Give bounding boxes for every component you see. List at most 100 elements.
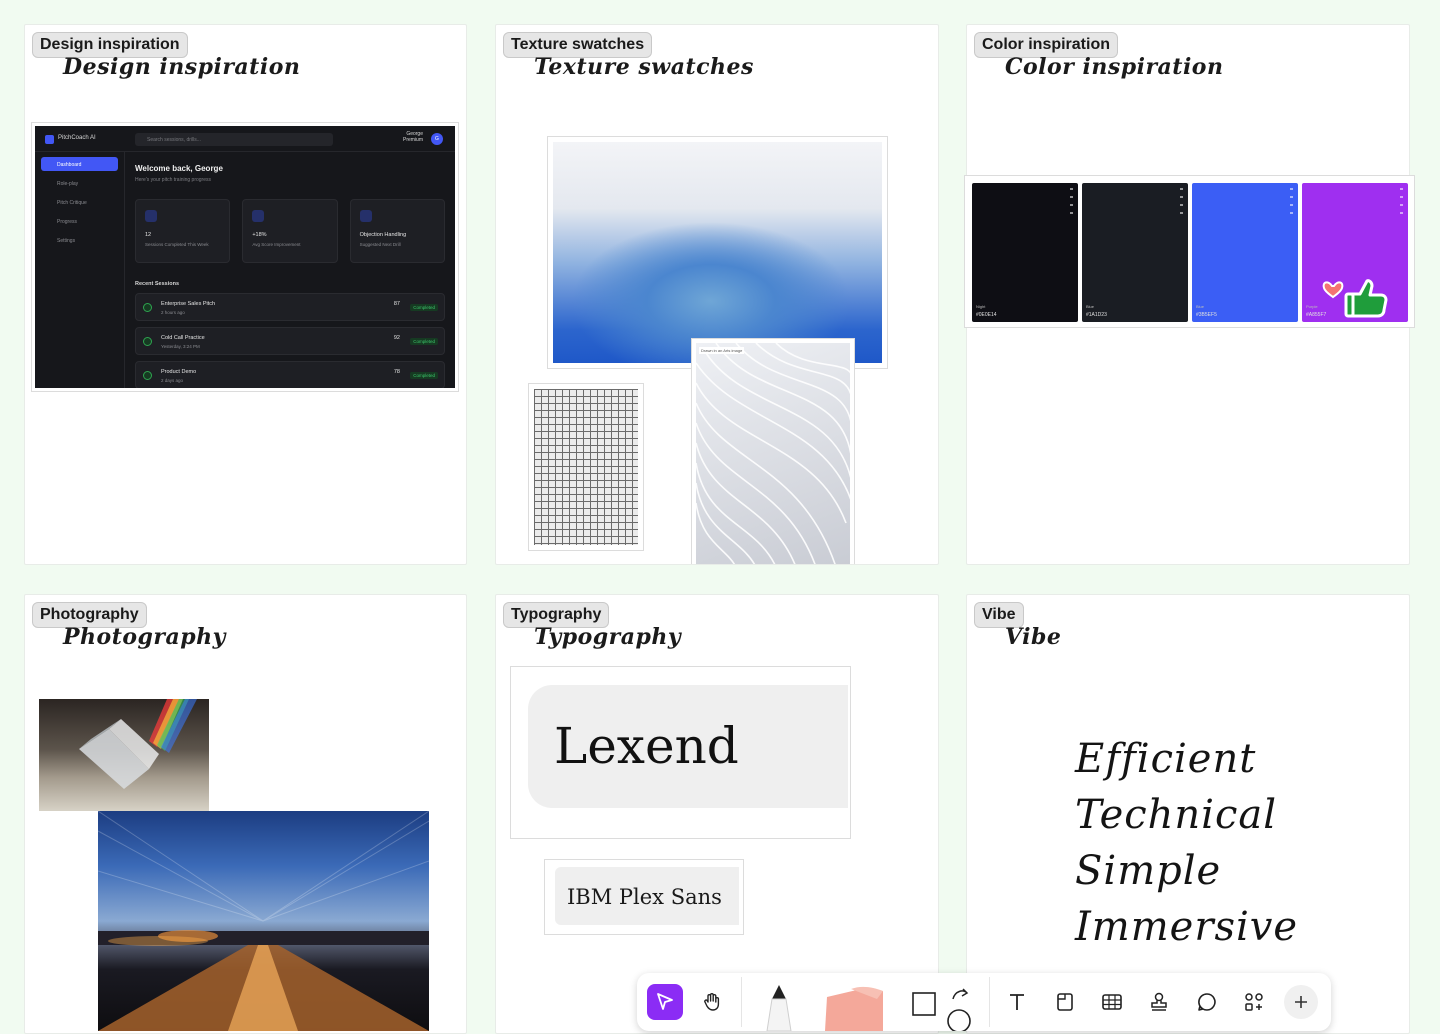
select-tool-button[interactable] [647, 984, 683, 1020]
session-time: Yesterday, 3:24 PM [161, 344, 200, 349]
shapes-tool-button[interactable] [907, 981, 977, 1033]
app-name: PitchCoach AI [58, 135, 96, 141]
section-handwritten-title: Photography [63, 624, 226, 650]
welcome-subtitle: Here's your pitch training progress [135, 177, 211, 183]
secondary-font-card[interactable]: IBM Plex Sans [544, 859, 744, 935]
stat-card: Objection Handling Suggested Next Drill [349, 199, 445, 263]
pen-tool-button[interactable] [761, 983, 797, 1032]
session-badge: Completed [410, 338, 438, 345]
gradient-texture-image[interactable] [547, 136, 888, 369]
text-icon [1010, 994, 1024, 1010]
toolbar-divider [741, 977, 742, 1027]
nav-item-progress: Progress [57, 219, 78, 225]
stat-label: Avg Score Improvement [252, 242, 301, 247]
primary-font-swatch: Lexend [528, 685, 848, 808]
swatch-hex: #0E0E14 [976, 312, 997, 318]
cursor-icon [657, 993, 673, 1010]
secondary-font-name: IBM Plex Sans [567, 885, 722, 909]
section-design-inspiration[interactable]: Design inspiration Design inspiration Pi… [24, 24, 467, 565]
add-tool-button[interactable] [1284, 985, 1318, 1019]
wave-lines [696, 343, 850, 564]
stat-label: Suggested Next Drill [359, 242, 401, 247]
primary-font-card[interactable]: Lexend [510, 666, 851, 839]
mockup-topbar: PitchCoach AI Search sessions, drills...… [35, 126, 455, 152]
sticky-note-tool-button[interactable] [821, 985, 887, 1031]
highway-photo[interactable] [98, 811, 429, 1031]
wave-fill: Drawn in an Arts image [696, 343, 850, 564]
swatch-name: Blue [1196, 304, 1205, 309]
section-typography[interactable]: Typography Typography Lexend IBM Plex Sa… [495, 594, 939, 1034]
frame-tool-button[interactable] [1047, 984, 1083, 1020]
session-score: 78 [393, 369, 400, 375]
color-swatch[interactable]: Blue #3B5EF5 [1192, 183, 1298, 322]
session-time: 2 days ago [161, 378, 184, 383]
section-vibe[interactable]: Vibe Vibe Efficient Technical Simple Imm… [966, 594, 1410, 1034]
mockup-search: Search sessions, drills... [135, 133, 333, 146]
session-time: 2 hours ago [161, 310, 185, 315]
widgets-icon [1245, 993, 1263, 1011]
pen-icon [766, 985, 792, 1032]
swatch-hex: #3B5EF5 [1196, 312, 1217, 318]
session-row: Product Demo 2 days ago 78 Completed [135, 361, 445, 388]
stamp-tool-button[interactable] [1141, 984, 1177, 1020]
vibe-word-list[interactable]: Efficient Technical Simple Immersive [1075, 731, 1298, 955]
color-swatch[interactable]: Blue #1A1D23 [1082, 183, 1188, 322]
mockup-main: Welcome back, George Here's your pitch t… [135, 164, 445, 388]
grid-texture-image[interactable] [528, 383, 644, 551]
section-photography[interactable]: Photography Photography [24, 594, 467, 1034]
section-texture-swatches[interactable]: Texture swatches Texture swatches Drawn … [495, 24, 939, 565]
stat-card: +18% Avg Score Improvement [242, 199, 338, 263]
canvas-toolbar [637, 973, 1331, 1033]
session-status-icon [143, 337, 152, 346]
widgets-tool-button[interactable] [1236, 984, 1272, 1020]
hand-icon [704, 993, 720, 1011]
vibe-word: Technical [1075, 792, 1278, 838]
nav-item-settings: Settings [57, 238, 76, 244]
wave-texture-image[interactable]: Drawn in an Arts image [691, 338, 855, 564]
table-icon [1102, 994, 1122, 1010]
swatch-controls-icon [1290, 188, 1293, 218]
section-handwritten-title: Typography [534, 624, 682, 650]
frame-icon [1057, 993, 1073, 1011]
reaction-sticker[interactable] [1322, 272, 1392, 327]
dashboard-mockup: PitchCoach AI Search sessions, drills...… [35, 126, 455, 388]
session-score: 87 [393, 301, 400, 307]
stat-value: Objection Handling [359, 232, 407, 238]
session-score: 92 [393, 335, 400, 341]
welcome-heading: Welcome back, George [135, 164, 223, 173]
app-logo-icon [45, 135, 54, 144]
swatch-name: Night [976, 304, 986, 309]
shapes-icon [912, 988, 971, 1033]
highway-scene [98, 811, 429, 1031]
comment-icon [1198, 993, 1216, 1011]
dashboard-mockup-image[interactable]: PitchCoach AI Search sessions, drills...… [31, 122, 459, 392]
text-tool-button[interactable] [999, 984, 1035, 1020]
vibe-word: Simple [1075, 848, 1222, 894]
color-swatch[interactable]: Night #0E0E14 [972, 183, 1078, 322]
stat-card: 12 Sessions Completed This Week [135, 199, 231, 263]
section-color-inspiration[interactable]: Color inspiration Color inspiration Nigh… [964, 24, 1415, 565]
prism-photo[interactable] [39, 699, 209, 811]
nav-item-pitch-critique: Pitch Critique [57, 200, 87, 206]
thumbs-up-heart-icon [1322, 279, 1388, 318]
wave-caption: Drawn in an Arts image [699, 347, 745, 354]
grid-fill [534, 389, 638, 545]
comment-tool-button[interactable] [1189, 984, 1225, 1020]
recent-sessions-heading: Recent Sessions [135, 281, 180, 287]
hand-tool-button[interactable] [694, 984, 730, 1020]
section-handwritten-title: Vibe [1005, 624, 1062, 650]
sticky-note-icon [825, 986, 883, 1031]
session-badge: Completed [410, 304, 438, 311]
table-tool-button[interactable] [1094, 984, 1130, 1020]
toolbar-divider [989, 977, 990, 1027]
stat-value: 12 [145, 232, 152, 238]
mockup-sidebar: Dashboard Role-play Pitch Critique Progr… [35, 152, 125, 388]
stat-icon [145, 210, 157, 222]
session-name: Cold Call Practice [161, 335, 205, 341]
gradient-fill [553, 142, 882, 363]
session-badge: Completed [410, 372, 438, 379]
session-status-icon [143, 371, 152, 380]
nav-item-dashboard: Dashboard [41, 157, 118, 171]
nav-item-roleplay: Role-play [57, 181, 79, 187]
section-handwritten-title: Color inspiration [1005, 54, 1224, 80]
